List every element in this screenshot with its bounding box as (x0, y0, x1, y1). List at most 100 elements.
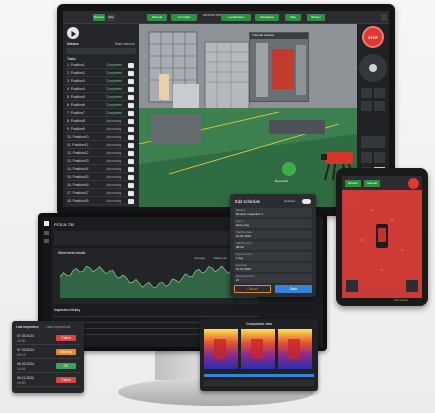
topbar-controller-button[interactable]: Controller (171, 14, 197, 21)
schedule-field[interactable]: Starting date 01.01.2024 (234, 230, 312, 239)
task-row[interactable]: 3. Position3 Completed (66, 78, 136, 85)
task-action-icon[interactable] (128, 198, 134, 204)
sit-icon[interactable] (361, 101, 372, 111)
rugged-tablet: Mission Manual ANYbotics (336, 168, 428, 306)
task-action-icon[interactable] (128, 190, 134, 196)
schedule-field[interactable]: Name Every day (234, 219, 312, 228)
walk-icon[interactable] (361, 88, 372, 98)
timeline-slider[interactable] (204, 374, 314, 377)
topbar-map-button[interactable]: Map (285, 14, 301, 21)
task-row[interactable]: 13. Position13 Upcoming (66, 158, 136, 165)
task-row[interactable]: 1. Position1 Completed (66, 62, 136, 69)
cancel-button[interactable]: Cancel (234, 285, 271, 293)
light-icon[interactable] (361, 152, 372, 163)
task-action-icon[interactable] (128, 78, 134, 84)
task-name: 4. Position4 (67, 87, 85, 91)
topbar-mission-button[interactable]: Mission (93, 14, 105, 21)
task-status: Upcoming (106, 151, 122, 155)
task-row[interactable]: 15. Position15 Upcoming (66, 174, 136, 181)
dock-icon[interactable] (374, 152, 385, 163)
stand-icon[interactable] (374, 101, 385, 111)
task-row[interactable]: 2. Position2 Completed (66, 70, 136, 77)
save-button[interactable]: Save (275, 285, 312, 293)
joystick[interactable] (359, 54, 387, 82)
task-row[interactable]: 9. Position9 Upcoming (66, 126, 136, 133)
schedule-field[interactable]: Repeat every 1 day (234, 252, 312, 261)
task-status: Upcoming (106, 127, 122, 131)
task-name: 1. Position1 (67, 63, 85, 67)
schedule-field[interactable]: Starting time 08:00 (234, 241, 312, 250)
topbar-manual-button[interactable]: Manual (147, 14, 167, 21)
tab-last-inspection[interactable]: Last inspection (16, 325, 39, 329)
play-button[interactable] (67, 27, 79, 39)
inspection-row[interactable]: 06.11.2024 10:00 Failed (16, 375, 80, 387)
inspection-row[interactable]: 07.03.2024 13:00 Failed (16, 333, 80, 345)
task-action-icon[interactable] (128, 166, 134, 172)
edit-schedule-dialog: Edit schedule Enabled Cancel Save Missio… (230, 194, 316, 297)
close-icon[interactable] (381, 14, 387, 21)
topbar-site-button[interactable]: Site (107, 14, 115, 21)
inspection-date: 06.03.2024 (17, 362, 34, 366)
task-status: Upcoming (106, 143, 122, 147)
comparison-view-panel: Comparison view (200, 319, 318, 391)
mission-subtitle[interactable]: Start mission (115, 42, 135, 46)
task-row[interactable]: 4. Position4 Completed (66, 86, 136, 93)
joystick-knob[interactable] (369, 64, 377, 72)
tablet-stop-button[interactable] (408, 178, 419, 189)
task-row[interactable]: 18. Position18 Upcoming (66, 198, 136, 205)
inspection-row[interactable]: 06.03.2024 14:51 OK (16, 361, 80, 373)
task-status: Upcoming (106, 119, 122, 123)
task-action-icon[interactable] (128, 86, 134, 92)
schedule-field[interactable]: Mission Routine inspection 1 (234, 208, 312, 217)
grid-icon[interactable] (44, 239, 49, 243)
asset-title: PCS-N-735 (54, 223, 75, 227)
tablet-home-icon[interactable] (346, 280, 358, 292)
tablet-map[interactable] (342, 190, 422, 286)
task-action-icon[interactable] (128, 126, 134, 132)
task-action-icon[interactable] (128, 134, 134, 140)
task-row[interactable]: 7. Position7 Completed (66, 110, 136, 117)
robot-3d-view[interactable]: Thermal camera Recorded (139, 24, 357, 207)
schedule-field[interactable]: Estimated time 2h (234, 274, 312, 283)
task-action-icon[interactable] (128, 118, 134, 124)
task-row[interactable]: 17. Position17 Upcoming (66, 190, 136, 197)
camera-icon[interactable] (361, 136, 385, 148)
stairs-icon[interactable] (374, 88, 385, 98)
tablet-hand-icon[interactable] (406, 280, 418, 292)
camera-feed (250, 39, 308, 101)
menu-icon[interactable] (44, 231, 49, 235)
tab-last-inspections[interactable]: Last inspections (46, 325, 70, 329)
task-row[interactable]: 12. Position12 Upcoming (66, 150, 136, 157)
tablet-manual-button[interactable]: Manual (364, 180, 380, 187)
task-action-icon[interactable] (128, 110, 134, 116)
inspection-row[interactable]: 07.03.2024 09:12 Warning (16, 347, 80, 359)
thermal-camera-view[interactable]: Thermal camera (249, 32, 309, 102)
task-action-icon[interactable] (128, 102, 134, 108)
mission-selector[interactable] (66, 48, 136, 54)
task-row[interactable]: 10. Position10 Upcoming (66, 134, 136, 141)
trend-card: Wind trend results AverageMaximumMinimum (54, 248, 259, 304)
task-row[interactable]: 5. Position5 Completed (66, 94, 136, 101)
task-action-icon[interactable] (128, 174, 134, 180)
topbar-battery-button[interactable]: Battery (307, 14, 325, 21)
task-action-icon[interactable] (128, 62, 134, 68)
task-row[interactable]: 16. Position16 Upcoming (66, 182, 136, 189)
topbar-navigation-button[interactable]: Navigation (255, 14, 279, 21)
task-row[interactable]: 6. Position6 Completed (66, 102, 136, 109)
schedule-field[interactable]: End date 01.01.2025 (234, 263, 312, 272)
task-row[interactable]: 8. Position8 Upcoming (66, 118, 136, 125)
tablet-mission-button[interactable]: Mission (345, 180, 361, 187)
stop-button[interactable]: STOP (362, 26, 384, 48)
task-row[interactable]: 14. Position14 Upcoming (66, 166, 136, 173)
enabled-toggle[interactable] (302, 199, 311, 204)
task-action-icon[interactable] (128, 158, 134, 164)
task-row[interactable]: 11. Position11 Upcoming (66, 142, 136, 149)
task-action-icon[interactable] (128, 150, 134, 156)
task-action-icon[interactable] (128, 70, 134, 76)
task-action-icon[interactable] (128, 182, 134, 188)
tablet-screen: Mission Manual (342, 176, 422, 298)
task-action-icon[interactable] (128, 94, 134, 100)
topbar-localization-button[interactable]: Localization (221, 14, 251, 21)
task-action-icon[interactable] (128, 142, 134, 148)
enabled-label: Enabled (284, 200, 296, 203)
